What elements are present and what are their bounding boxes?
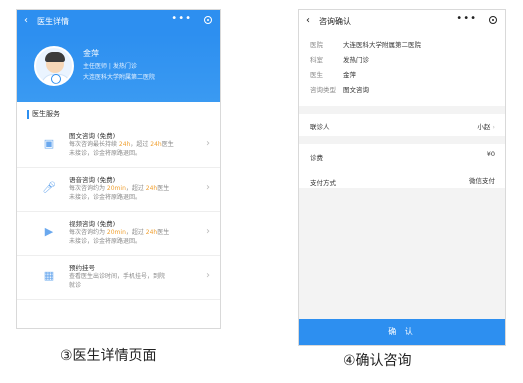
service-desc: 查看医生出诊时间，手机挂号，到院 就诊 bbox=[69, 273, 166, 289]
nav-bar: ‹ 医生详情 ••• bbox=[17, 10, 220, 34]
doctor-title-dept: 主任医师 | 发热门诊 bbox=[83, 63, 137, 70]
service-name: 图文咨询 (免费) bbox=[69, 132, 116, 140]
info-row-type: 咨询类型 图文咨询 bbox=[310, 86, 369, 94]
service-item-voice[interactable]: 🎤︎ 语音咨询 (免费) 每次咨询约为 20min，超过 24h医生 未接诊，诊… bbox=[17, 170, 220, 212]
consultation-info: 医院 大连医科大学附属第二医院 科室 发热门诊 医生 金萍 咨询类型 图文咨询 bbox=[299, 34, 505, 106]
avatar bbox=[34, 46, 74, 86]
close-icon[interactable] bbox=[204, 16, 212, 24]
back-icon[interactable]: ‹ bbox=[306, 15, 310, 27]
info-row-doctor: 医生 金萍 bbox=[310, 71, 356, 79]
nav-bar: ‹ 咨询确认 ••• bbox=[299, 10, 505, 34]
image-icon: ▣ bbox=[43, 137, 55, 150]
doctor-detail-screen: ‹ 医生详情 ••• 金萍 主任医师 | 发热门诊 大连医科大学附属第二医院 医… bbox=[16, 9, 221, 329]
chevron-right-icon: › bbox=[492, 123, 495, 131]
service-item-video[interactable]: ▶ 视频咨询 (免费) 每次咨询约为 20min，超过 24h医生 未接诊，诊金… bbox=[17, 214, 220, 256]
fee-label: 诊费 bbox=[310, 154, 323, 162]
chevron-right-icon: › bbox=[206, 138, 210, 149]
doctor-hospital: 大连医科大学附属第二医院 bbox=[83, 74, 156, 81]
microphone-icon: 🎤︎ bbox=[42, 181, 56, 194]
fee-value: ¥0 bbox=[486, 150, 495, 158]
close-icon[interactable] bbox=[489, 16, 497, 24]
consultant-label: 联诊人 bbox=[310, 123, 330, 131]
service-desc: 每次咨询最长持续 24h，超过 24h医生 未接诊，诊金将原路退回。 bbox=[69, 141, 174, 157]
doctor-header: 金萍 主任医师 | 发热门诊 大连医科大学附属第二医院 bbox=[17, 34, 220, 102]
more-icon[interactable]: ••• bbox=[171, 13, 192, 24]
consultant-row[interactable]: 联诊人 小赵 › bbox=[299, 114, 505, 136]
page-title: 咨询确认 bbox=[319, 17, 351, 26]
doctor-name: 金萍 bbox=[83, 49, 99, 58]
caption-right: ④确认咨询 bbox=[343, 353, 412, 369]
service-item-text[interactable]: ▣ 图文咨询 (免费) 每次咨询最长持续 24h，超过 24h医生 未接诊，诊金… bbox=[17, 126, 220, 168]
caption-left: ③医生详情页面 bbox=[60, 348, 157, 364]
section-title: 医生服务 bbox=[27, 110, 60, 119]
video-icon: ▶ bbox=[44, 225, 54, 238]
service-item-appointment[interactable]: ▦ 预约挂号 查看医生出诊时间，手机挂号，到院 就诊 › bbox=[17, 258, 220, 300]
chevron-right-icon: › bbox=[206, 182, 210, 193]
page-title: 医生详情 bbox=[37, 17, 69, 26]
calendar-icon: ▦ bbox=[43, 269, 55, 282]
consultant-value: 小赵 › bbox=[477, 123, 495, 131]
back-icon[interactable]: ‹ bbox=[24, 15, 28, 27]
service-name: 预约挂号 bbox=[69, 264, 95, 272]
pay-method-value[interactable]: 微信支付 bbox=[469, 175, 495, 185]
service-name: 语音咨询 (免费) bbox=[69, 176, 116, 184]
confirm-button[interactable]: 确 认 bbox=[299, 319, 505, 345]
info-row-hospital: 医院 大连医科大学附属第二医院 bbox=[310, 41, 421, 49]
service-name: 视频咨询 (免费) bbox=[69, 220, 116, 228]
service-desc: 每次咨询约为 20min，超过 24h医生 未接诊，诊金将原路退回。 bbox=[69, 229, 170, 245]
confirm-consultation-screen: ‹ 咨询确认 ••• 医院 大连医科大学附属第二医院 科室 发热门诊 医生 金萍 咨询… bbox=[298, 9, 506, 346]
payment-block: 诊费 ¥0 支付方式 微信支付 bbox=[299, 144, 505, 188]
chevron-right-icon: › bbox=[206, 226, 210, 237]
service-desc: 每次咨询约为 20min，超过 24h医生 未接诊，诊金将原路退回。 bbox=[69, 185, 170, 201]
info-row-dept: 科室 发热门诊 bbox=[310, 56, 369, 64]
services-section: 医生服务 ▣ 图文咨询 (免费) 每次咨询最长持续 24h，超过 24h医生 未… bbox=[17, 102, 220, 328]
chevron-right-icon: › bbox=[206, 270, 210, 281]
pay-method-label: 支付方式 bbox=[310, 179, 336, 187]
more-icon[interactable]: ••• bbox=[456, 13, 477, 24]
